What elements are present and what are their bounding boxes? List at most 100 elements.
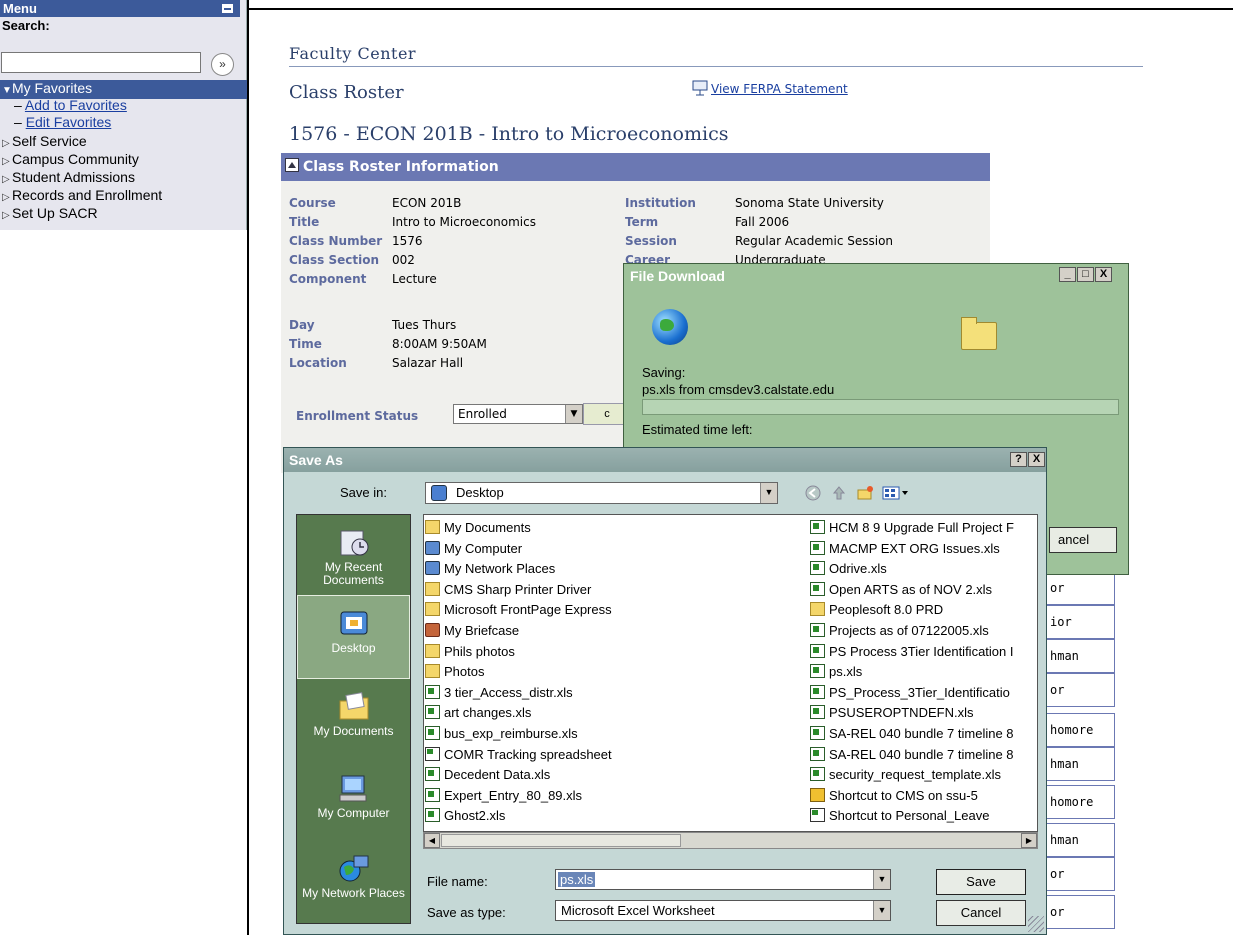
- file-item[interactable]: SA-REL 040 bundle 7 timeline 8: [809, 744, 1014, 765]
- file-item[interactable]: My Documents: [424, 517, 531, 538]
- place-my-network-places[interactable]: My Network Places: [297, 841, 410, 925]
- collapsed-triangle-icon: ▷: [2, 210, 10, 221]
- file-download-titlebar[interactable]: File Download: [624, 264, 1128, 288]
- scrollbar-thumb[interactable]: [441, 834, 681, 847]
- file-name: SA-REL 040 bundle 7 timeline 8: [829, 746, 1014, 762]
- file-name-input[interactable]: ps.xls ▼: [555, 869, 891, 890]
- menu-item-campus-community[interactable]: ▷ Campus Community: [0, 151, 247, 170]
- save-button[interactable]: Save: [936, 869, 1026, 895]
- file-item[interactable]: Decedent Data.xls: [424, 764, 550, 785]
- place-my-computer[interactable]: My Computer: [297, 761, 410, 845]
- save-as-type-select[interactable]: Microsoft Excel Worksheet ▼: [555, 900, 891, 921]
- file-name: Open ARTS as of NOV 2.xls: [829, 581, 993, 597]
- scroll-right-icon[interactable]: ▶: [1021, 833, 1037, 848]
- file-item[interactable]: PS Process 3Tier Identification I: [809, 641, 1014, 662]
- file-item[interactable]: Expert_Entry_80_89.xls: [424, 785, 582, 806]
- views-menu-icon[interactable]: [882, 485, 910, 501]
- menu-item-set-up-sacr[interactable]: ▷ Set Up SACR: [0, 205, 247, 224]
- new-folder-icon[interactable]: [856, 485, 874, 501]
- place-my-documents[interactable]: My Documents: [297, 679, 410, 763]
- chevron-down-icon[interactable]: ▼: [873, 901, 890, 920]
- chevron-down-icon[interactable]: ▼: [760, 483, 777, 503]
- collapse-section-icon[interactable]: [285, 158, 299, 172]
- help-icon[interactable]: ?: [1010, 452, 1027, 467]
- file-item[interactable]: MACMP EXT ORG Issues.xls: [809, 538, 1000, 559]
- enrollment-status-select[interactable]: Enrolled ▼: [453, 404, 583, 424]
- file-item[interactable]: HCM 8 9 Upgrade Full Project F: [809, 517, 1014, 538]
- ferpa-statement-link[interactable]: View FERPA Statement: [711, 82, 848, 96]
- file-item[interactable]: COMR Tracking spreadsheet: [424, 744, 612, 765]
- edit-favorites-link[interactable]: Edit Favorites: [26, 114, 112, 130]
- menu-item-label: Student Admissions: [12, 169, 135, 185]
- file-item[interactable]: Open ARTS as of NOV 2.xls: [809, 579, 992, 600]
- file-item[interactable]: Shortcut to CMS on ssu-5: [809, 785, 978, 806]
- search-go-button[interactable]: »: [211, 53, 234, 76]
- chevron-down-icon[interactable]: ▼: [565, 405, 582, 423]
- file-item[interactable]: CMS Sharp Printer Driver: [424, 579, 591, 600]
- file-item[interactable]: PSUSEROPTNDEFN.xls: [809, 702, 973, 723]
- file-item[interactable]: Ghost2.xls: [424, 805, 505, 826]
- close-icon[interactable]: X: [1028, 452, 1045, 467]
- menu-item-add-to-favorites[interactable]: – Add to Favorites: [0, 97, 247, 114]
- folder-icon: [425, 643, 440, 658]
- menu-item-student-admissions[interactable]: ▷ Student Admissions: [0, 169, 247, 188]
- file-item[interactable]: PS_Process_3Tier_Identificatio: [809, 682, 1010, 703]
- download-cancel-button[interactable]: ancel: [1049, 527, 1117, 553]
- file-name: Expert_Entry_80_89.xls: [444, 787, 583, 803]
- file-name: Decedent Data.xls: [444, 767, 551, 783]
- scroll-left-icon[interactable]: ◀: [424, 833, 440, 848]
- menu-item-records-enrollment[interactable]: ▷ Records and Enrollment: [0, 187, 247, 206]
- excel-icon: [810, 705, 825, 720]
- resize-grip-icon[interactable]: [1028, 916, 1044, 932]
- class-number-value: 1576: [392, 234, 423, 248]
- maximize-icon[interactable]: □: [1077, 267, 1094, 282]
- file-item[interactable]: Odrive.xls: [809, 558, 887, 579]
- search-input[interactable]: [1, 52, 201, 73]
- file-item[interactable]: bus_exp_reimburse.xls: [424, 723, 578, 744]
- file-item[interactable]: SA-REL 040 bundle 7 timeline 8: [809, 723, 1014, 744]
- places-bar: My Recent Documents Desktop My Documents…: [296, 514, 411, 924]
- folder-icon: [961, 317, 997, 350]
- file-item[interactable]: Phils photos: [424, 641, 515, 662]
- back-icon[interactable]: [804, 485, 822, 501]
- place-desktop[interactable]: Desktop: [297, 595, 410, 679]
- class-section-value: 002: [392, 253, 415, 267]
- file-item[interactable]: Peoplesoft 8.0 PRD: [809, 599, 943, 620]
- file-item[interactable]: My Briefcase: [424, 620, 519, 641]
- add-to-favorites-link[interactable]: Add to Favorites: [25, 97, 127, 113]
- file-item[interactable]: My Network Places: [424, 558, 555, 579]
- file-item[interactable]: ps.xls: [809, 661, 862, 682]
- file-item[interactable]: Photos: [424, 661, 484, 682]
- student-level-cell: hman: [1037, 823, 1115, 857]
- save-as-titlebar[interactable]: Save As: [284, 448, 1046, 472]
- file-item[interactable]: My Computer: [424, 538, 522, 559]
- excel-icon: [425, 705, 440, 720]
- horizontal-scrollbar[interactable]: ◀ ▶: [423, 832, 1038, 849]
- close-icon[interactable]: X: [1095, 267, 1112, 282]
- file-item[interactable]: Projects as of 07122005.xls: [809, 620, 989, 641]
- file-name: Odrive.xls: [829, 561, 887, 577]
- file-item[interactable]: art changes.xls: [424, 702, 531, 723]
- file-name: 3 tier_Access_distr.xls: [444, 684, 573, 700]
- menu-item-self-service[interactable]: ▷ Self Service: [0, 133, 247, 152]
- place-my-recent-documents[interactable]: My Recent Documents: [297, 515, 410, 599]
- chevron-down-icon[interactable]: ▼: [873, 870, 890, 889]
- file-item[interactable]: Shortcut to Personal_Leave: [809, 805, 989, 826]
- roster-info-header[interactable]: Class Roster Information: [281, 153, 990, 181]
- divider: [289, 66, 1143, 67]
- menu-item-edit-favorites[interactable]: – Edit Favorites: [0, 114, 247, 131]
- file-item[interactable]: security_request_template.xls: [809, 764, 1001, 785]
- excel-icon: [810, 561, 825, 576]
- cancel-button[interactable]: Cancel: [936, 900, 1026, 926]
- collapse-icon[interactable]: [221, 3, 234, 14]
- excel-icon: [425, 726, 440, 740]
- file-item[interactable]: 3 tier_Access_distr.xls: [424, 682, 573, 703]
- file-name: Microsoft FrontPage Express: [444, 602, 612, 618]
- minimize-icon[interactable]: _: [1059, 267, 1076, 282]
- page-left-border: [247, 0, 249, 935]
- menu-header: Menu: [0, 0, 240, 17]
- session-label: Session: [625, 234, 677, 248]
- file-item[interactable]: Microsoft FrontPage Express: [424, 599, 612, 620]
- up-folder-icon[interactable]: [830, 485, 848, 501]
- save-in-select[interactable]: Desktop ▼: [425, 482, 778, 504]
